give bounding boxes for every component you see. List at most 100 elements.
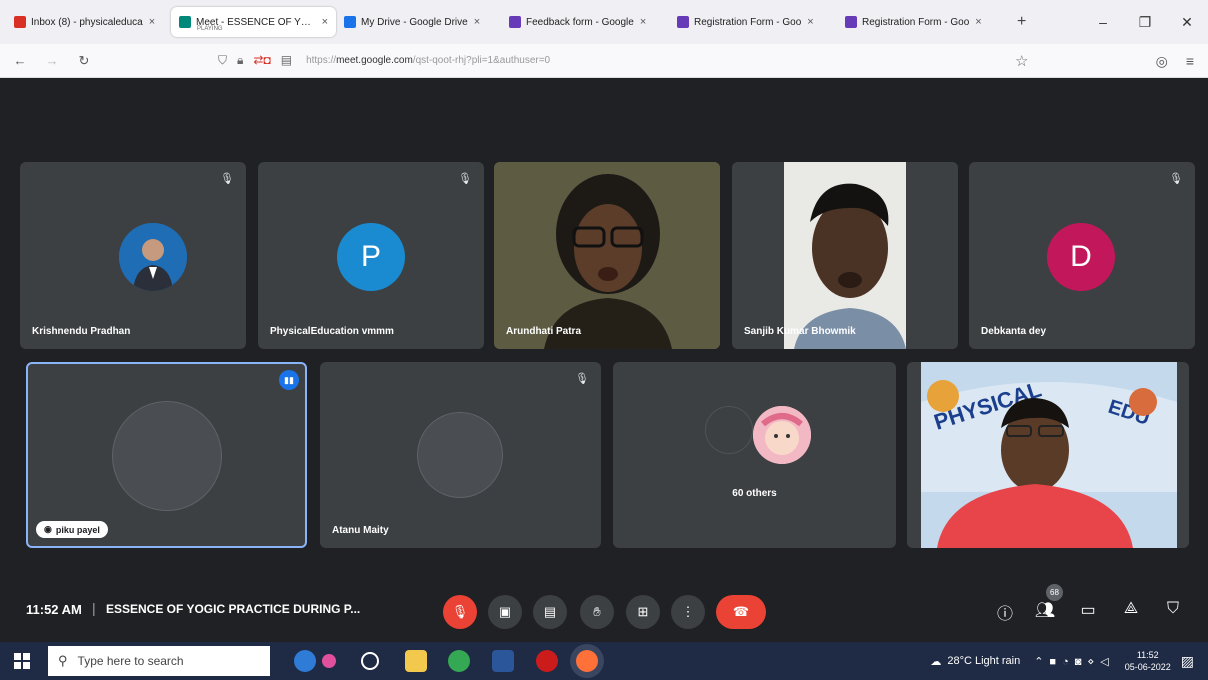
search-placeholder: Type here to search	[77, 654, 184, 668]
taskbar-clock[interactable]: 11:52 05-06-2022	[1125, 649, 1171, 673]
forward-icon[interactable]: →	[40, 53, 64, 68]
host-controls-icon[interactable]: ⛉	[1162, 600, 1184, 618]
tab-feedback-form[interactable]: Feedback form - Google ×	[501, 7, 669, 37]
account-icon[interactable]: ◎	[1156, 53, 1168, 70]
file-explorer-icon[interactable]	[405, 650, 427, 672]
present-icon: ⊞	[637, 604, 649, 619]
taskbar-search-box[interactable]: ⚲ Type here to search	[48, 646, 270, 676]
participant-video-tile[interactable]: Arundhati Patra	[494, 162, 720, 349]
url-field[interactable]: https://meet.google.com/qst-qoot-rhj?pli…	[306, 55, 550, 66]
leave-call-button[interactable]: ☎︎	[716, 595, 766, 629]
page-icon[interactable]: ▤	[281, 53, 292, 68]
participant-name: Debkanta dey	[981, 326, 1047, 337]
participant-tile[interactable]: 🎙︎ P PhysicalEducation vmmm	[258, 162, 484, 349]
close-tab-icon[interactable]: ×	[474, 16, 480, 28]
divider: |	[92, 600, 96, 616]
url-path: /qst-qoot-rhj?pli=1&authuser=0	[412, 55, 551, 66]
tab-title: Feedback form - Google	[526, 16, 634, 28]
minimize-icon[interactable]: –	[1082, 14, 1124, 30]
tab-registration-form[interactable]: Registration Form - Goo ×	[669, 7, 837, 37]
participant-name-chip: ◉ piku payel	[36, 521, 108, 538]
bookmark-star-icon[interactable]: ☆	[1015, 52, 1028, 70]
participant-name: Atanu Maity	[332, 525, 389, 536]
participant-video-tile[interactable]: PHYSICAL EDU	[907, 362, 1189, 548]
drive-icon	[344, 16, 356, 28]
participant-video	[494, 162, 720, 349]
close-tab-icon[interactable]: ×	[322, 16, 328, 28]
meeting-details-icon[interactable]: ⓘ	[994, 600, 1016, 624]
news-widget-icon[interactable]	[294, 650, 316, 672]
shield-icon[interactable]: ⛉	[218, 53, 227, 68]
muted-mic-icon: 🎙︎	[1169, 173, 1183, 185]
participant-name: piku payel	[55, 524, 100, 535]
participant-video	[732, 162, 958, 349]
activities-icon[interactable]: ⟁	[1120, 600, 1142, 618]
chrome-icon[interactable]	[448, 650, 470, 672]
word-icon[interactable]	[492, 650, 514, 672]
close-tab-icon[interactable]: ×	[149, 16, 155, 28]
muted-mic-icon: 🎙︎	[458, 173, 472, 185]
close-tab-icon[interactable]: ×	[807, 16, 813, 28]
new-tab-button[interactable]: +	[1017, 13, 1026, 31]
participant-video-tile[interactable]: Sanjib Kumar Bhowmik	[732, 162, 958, 349]
participant-tile[interactable]: 🎙︎ D Debkanta dey	[969, 162, 1195, 349]
speaking-indicator-icon: ▮▮	[279, 370, 299, 390]
chat-icon[interactable]: ▭	[1077, 600, 1099, 620]
browser-tab-bar: Inbox (8) - physicaleduca × Meet - ESSEN…	[0, 0, 1208, 44]
close-tab-icon[interactable]: ×	[640, 16, 646, 28]
avatar	[417, 412, 503, 498]
participant-tile-active-speaker[interactable]: ▮▮ ◉ piku payel	[26, 362, 307, 548]
windows-start-icon[interactable]	[14, 653, 30, 669]
participant-tile[interactable]: 🎙︎ Krishnendu Pradhan	[20, 162, 246, 349]
raise-hand-button[interactable]: ✋︎	[580, 595, 614, 629]
tab-drive[interactable]: My Drive - Google Drive ×	[336, 7, 501, 37]
captions-button[interactable]: ▤	[533, 595, 567, 629]
opera-icon[interactable]	[536, 650, 558, 672]
tab-gmail[interactable]: Inbox (8) - physicaleduca ×	[6, 7, 171, 37]
cortana-icon[interactable]	[361, 652, 379, 670]
menu-icon[interactable]: ≡	[1186, 53, 1194, 69]
close-tab-icon[interactable]: ×	[975, 16, 981, 28]
avatar-placeholder	[705, 406, 753, 454]
firefox-icon[interactable]	[576, 650, 598, 672]
avatar: D	[1047, 223, 1115, 291]
mic-off-icon: 🎙︎	[451, 604, 469, 619]
participant-name: Sanjib Kumar Bhowmik	[744, 326, 856, 337]
tab-title: Registration Form - Goo	[694, 16, 802, 28]
participant-video: PHYSICAL EDU	[907, 362, 1189, 548]
url-domain: meet.google.com	[336, 55, 413, 66]
muted-mic-icon: 🎙︎	[575, 373, 589, 385]
participant-tile[interactable]: 🎙︎ Atanu Maity	[320, 362, 601, 548]
mic-off-button[interactable]: 🎙︎	[443, 595, 477, 629]
tab-meet[interactable]: Meet - ESSENCE OF YOGI PLAYING ×	[171, 7, 336, 37]
participant-name: PhysicalEducation vmmm	[270, 326, 394, 337]
tray-icons[interactable]: ⌃■◔◙⋄◁	[1034, 655, 1115, 668]
lock-icon[interactable]: 🔒︎	[237, 53, 243, 68]
present-button[interactable]: ⊞	[626, 595, 660, 629]
windows-taskbar: ⚲ Type here to search ☁︎ 28°C Light rain…	[0, 642, 1208, 680]
tab-title: Inbox (8) - physicaleduca	[31, 16, 143, 28]
clock-date: 05-06-2022	[1124, 662, 1171, 672]
hand-icon: ✋︎	[593, 604, 601, 619]
avatar: P	[337, 223, 405, 291]
back-icon[interactable]: ←	[8, 53, 32, 68]
others-tile[interactable]: 60 others	[613, 362, 896, 548]
captions-icon: ▤	[543, 604, 557, 619]
people-icon[interactable]: 👥︎	[1034, 600, 1056, 620]
close-window-icon[interactable]: ✕	[1166, 14, 1208, 31]
camera-button[interactable]: ▣	[488, 595, 522, 629]
restore-icon[interactable]: ❐	[1124, 14, 1166, 31]
person-photo-icon	[119, 223, 187, 291]
meeting-control-bar: 11:52 AM | ESSENCE OF YOGIC PRACTICE DUR…	[0, 580, 1208, 642]
url-prefix: https://	[306, 55, 337, 66]
weather-text[interactable]: 28°C Light rain	[947, 655, 1020, 667]
avatar	[112, 401, 222, 511]
others-count-label: 60 others	[732, 488, 777, 499]
tab-registration-form-2[interactable]: Registration Form - Goo ×	[837, 7, 1005, 37]
participant-count-badge: 68	[1046, 584, 1063, 601]
reload-icon[interactable]: ↻	[72, 53, 96, 69]
permissions-icon[interactable]: ⇄◘	[253, 53, 270, 68]
muted-mic-icon: 🎙︎	[220, 173, 234, 185]
more-options-button[interactable]: ⋮	[671, 595, 705, 629]
notifications-icon[interactable]: ▨	[1181, 653, 1194, 670]
